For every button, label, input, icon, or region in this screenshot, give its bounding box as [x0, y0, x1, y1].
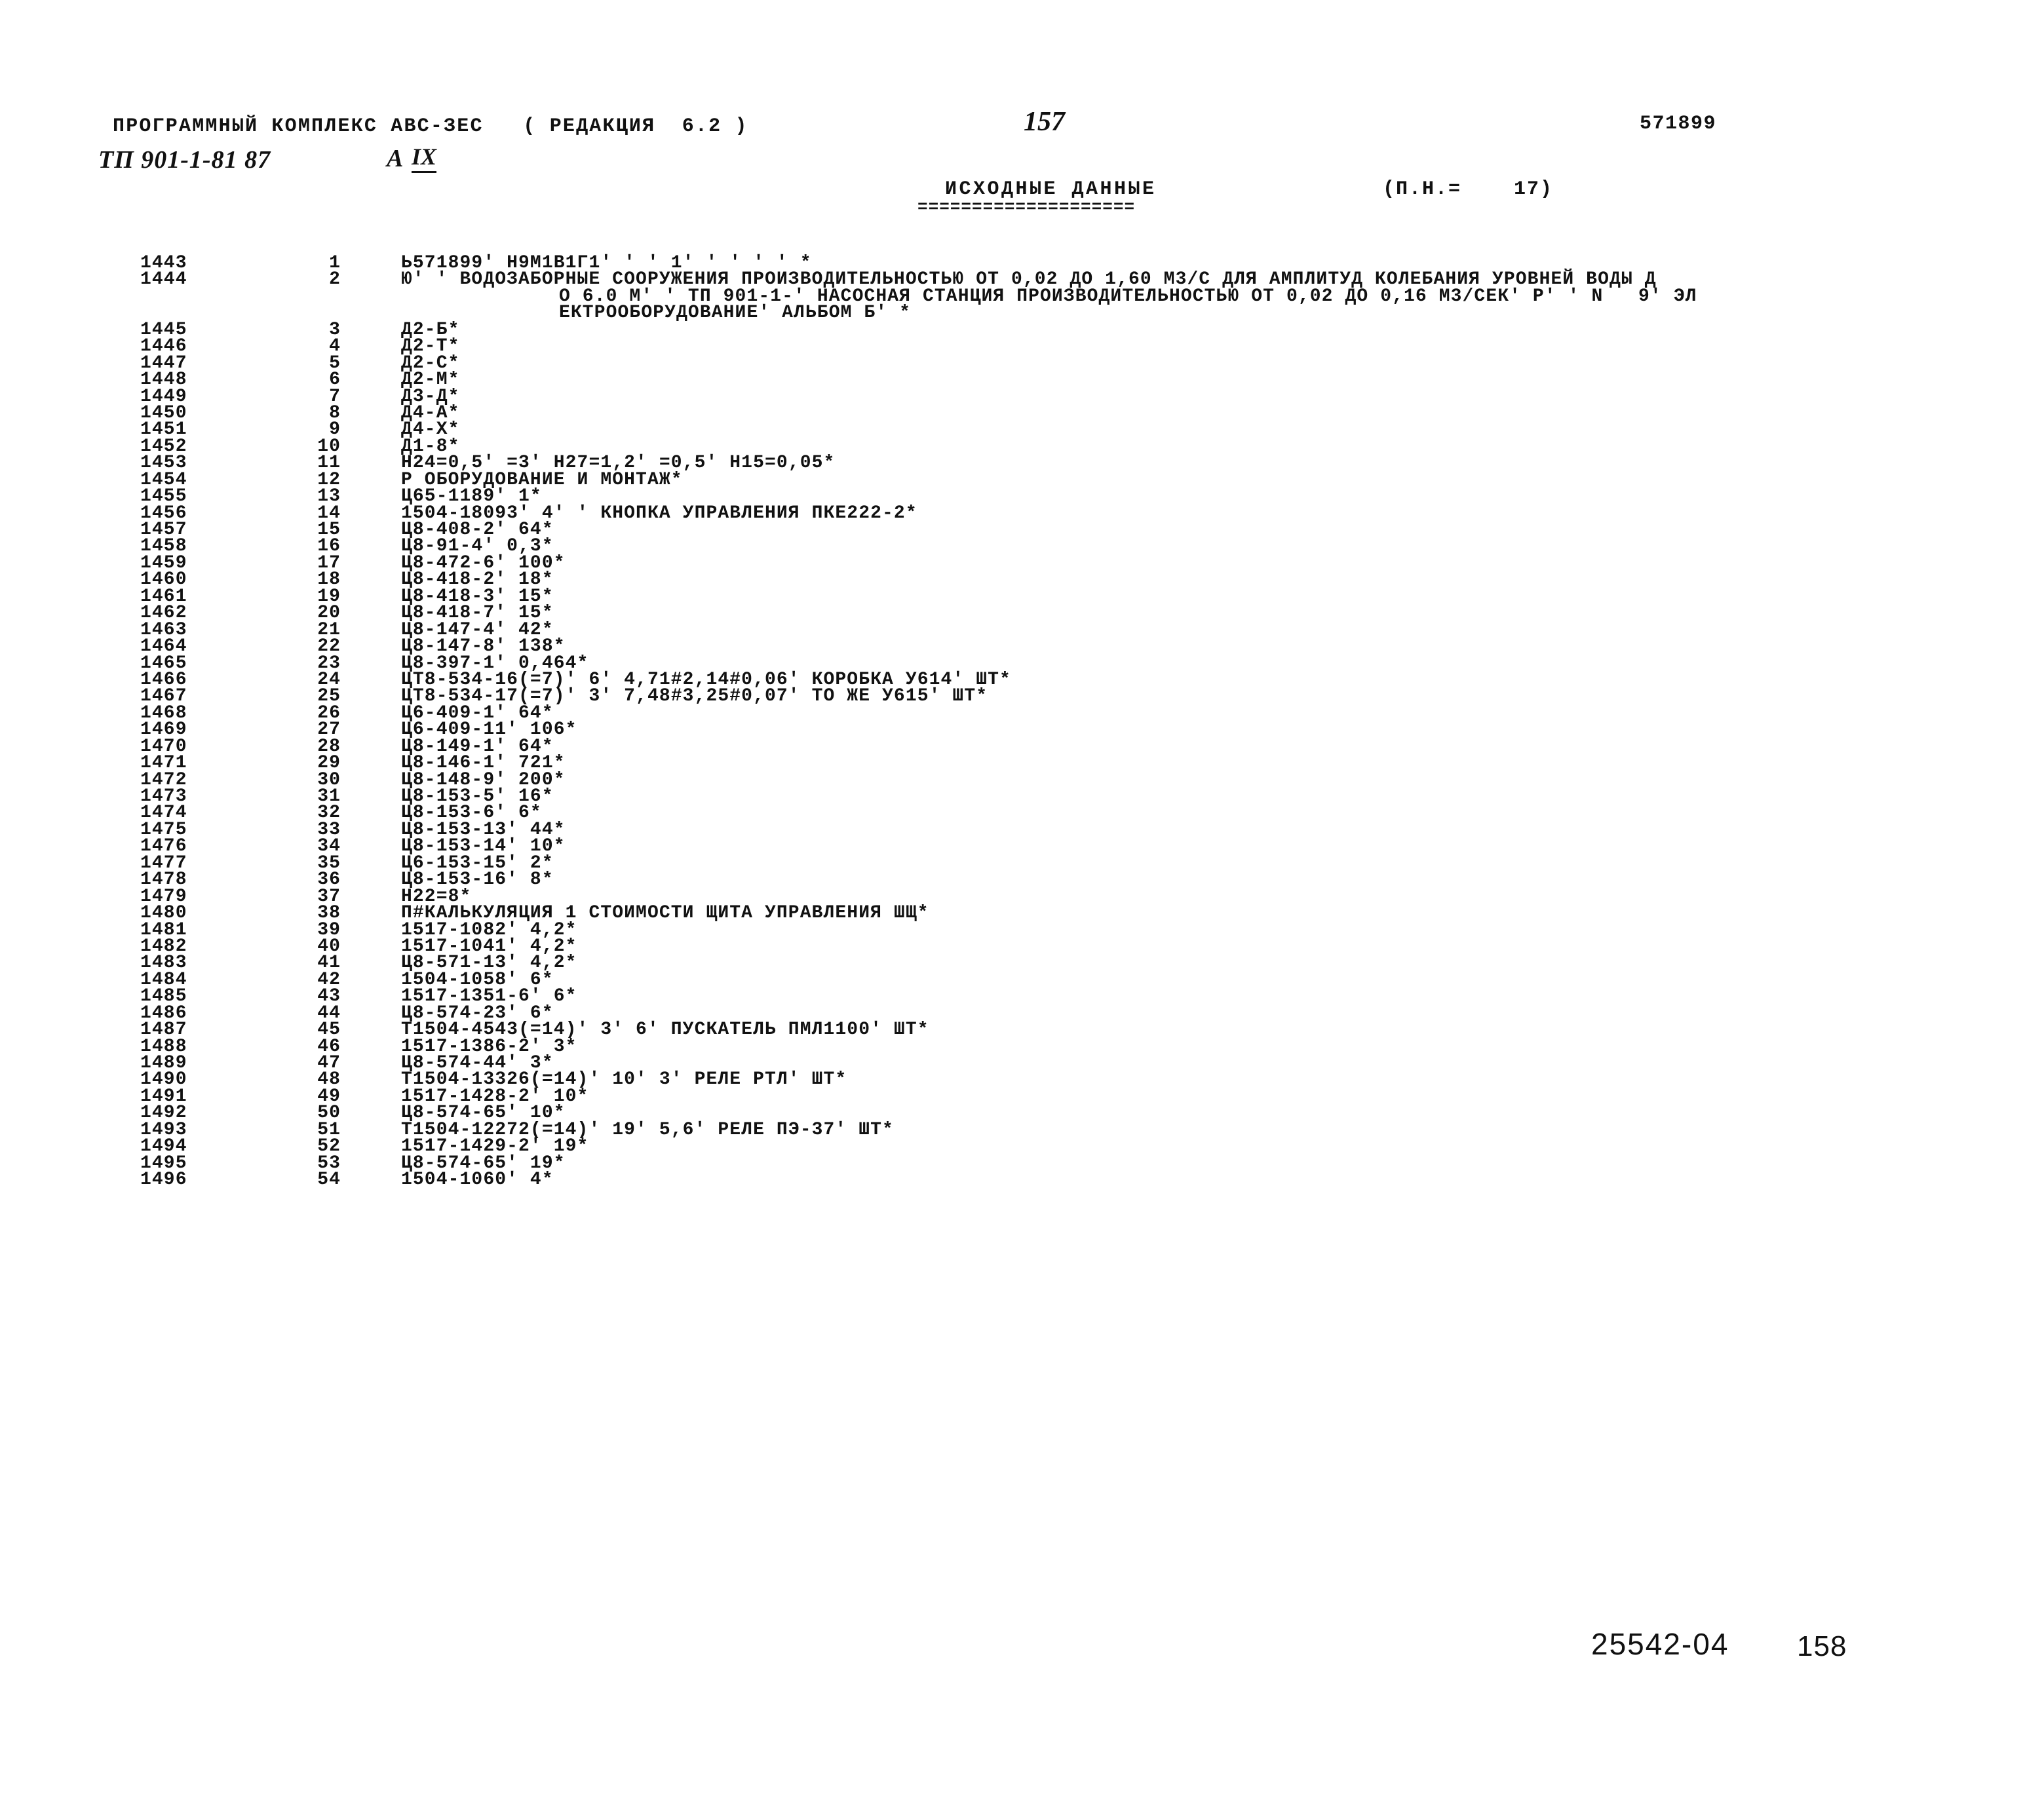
- table-row: 1469 27 Ц6-409-11' 106*: [0, 719, 2044, 740]
- table-row: 1486 44 Ц8-574-23' 6*: [0, 1003, 2044, 1023]
- table-row: 1483 41 Ц8-571-13' 4,2*: [0, 953, 2044, 973]
- row-line-number: 1496: [140, 1170, 187, 1191]
- table-row: 1464 22 Ц8-147-8' 138*: [0, 636, 2044, 657]
- table-row: 1458 16 Ц8-91-4' 0,3*: [0, 536, 2044, 556]
- data-listing: 1443 1 Ь571899' Н9М1В1Г1' ' ' 1' ' ' ' ' *…: [0, 253, 2044, 1190]
- table-row: 1494 52 1517-1429-2' 19*: [0, 1136, 2044, 1156]
- table-row: 1450 8 Д4-А*: [0, 403, 2044, 423]
- table-row: 1454 12 Р ОБОРУДОВАНИЕ И МОНТАЖ*: [0, 470, 2044, 490]
- table-row: 1484 42 1504-1058' 6*: [0, 970, 2044, 990]
- sheet-letter-annotation: А: [387, 145, 404, 172]
- section-counter: (П.Н.= 17): [1383, 178, 1554, 201]
- section-title-underline: ====================: [917, 197, 1136, 217]
- table-row: 1475 33 Ц8-153-13' 44*: [0, 820, 2044, 840]
- table-row: 1477 35 Ц6-153-15' 2*: [0, 853, 2044, 873]
- table-row: 1444 2 Ю' ' ВОДОЗАБОРНЫЕ СООРУЖЕНИЯ ПРОИЗВ…: [0, 269, 2044, 290]
- table-row: 1488 46 1517-1386-2' 3*: [0, 1037, 2044, 1057]
- table-row: 1493 51 Т1504-12272(=14)' 19' 5,6' РЕЛЕ ПЭ…: [0, 1120, 2044, 1140]
- footer-sheet-number-annotation: 158: [1797, 1630, 1847, 1662]
- table-row: 1449 7 Д3-Д*: [0, 387, 2044, 407]
- table-row: 1490 48 Т1504-13326(=14)' 10' 3' РЕЛЕ РТЛ'…: [0, 1069, 2044, 1090]
- table-row: 1462 20 Ц8-418-7' 15*: [0, 603, 2044, 623]
- table-row: 1489 47 Ц8-574-44' 3*: [0, 1053, 2044, 1073]
- table-row: 1445 3 Д2-Б*: [0, 320, 2044, 340]
- table-row: 1481 39 1517-1082' 4,2*: [0, 920, 2044, 940]
- document-code: 571899: [1640, 113, 1717, 135]
- project-code-annotation: ТП 901-1-81 87: [98, 146, 271, 174]
- table-row: 1470 28 Ц8-149-1' 64*: [0, 736, 2044, 757]
- table-row: 1457 15 Ц8-408-2' 64*: [0, 520, 2044, 540]
- table-row: ЕКТРООБОРУДОВАНИЕ' АЛЬБОМ Б' *: [0, 303, 2044, 323]
- table-row: 1465 23 Ц8-397-1' 0,464*: [0, 653, 2044, 674]
- row-record-text: 1504-1060' 4*: [401, 1170, 554, 1191]
- table-row: 1452 10 Д1-8*: [0, 436, 2044, 457]
- table-row: 1463 21 Ц8-147-4' 42*: [0, 620, 2044, 640]
- page-header: ПРОГРАММНЫЙ КОМПЛЕКС АВС-ЗЕС ( РЕДАКЦИЯ …: [0, 0, 2044, 197]
- table-row: 1495 53 Ц8-574-65' 19*: [0, 1153, 2044, 1174]
- table-row: 1466 24 ЦТ8-534-16(=7)' 6' 4,71#2,14#0,06'…: [0, 670, 2044, 690]
- table-row: 1479 37 Н22=8*: [0, 887, 2044, 907]
- table-row: 1473 31 Ц8-153-5' 16*: [0, 786, 2044, 807]
- table-row: 1451 9 Д4-Х*: [0, 419, 2044, 440]
- table-row: 1487 45 Т1504-4543(=14)' 3' 6' ПУСКАТЕЛЬ П…: [0, 1020, 2044, 1040]
- table-row: 1482 40 1517-1041' 4,2*: [0, 936, 2044, 957]
- table-row: 1446 4 Д2-Т*: [0, 336, 2044, 356]
- table-row: 1456 14 1504-18093' 4' ' КНОПКА УПРАВЛЕНИЯ…: [0, 503, 2044, 524]
- row-sequence-number: 54: [317, 1170, 341, 1191]
- table-row: 1460 18 Ц8-418-2' 18*: [0, 569, 2044, 590]
- table-row: 1468 26 Ц6-409-1' 64*: [0, 703, 2044, 723]
- sheet-roman-annotation: IX: [412, 143, 437, 173]
- table-row: 1467 25 ЦТ8-534-17(=7)' 3' 7,48#3,25#0,07'…: [0, 686, 2044, 706]
- table-row: 1448 6 Д2-М*: [0, 370, 2044, 390]
- table-row: 1491 49 1517-1428-2' 10*: [0, 1086, 2044, 1107]
- software-title: ПРОГРАММНЫЙ КОМПЛЕКС АВС-ЗЕС ( РЕДАКЦИЯ …: [113, 115, 748, 138]
- table-row: 1476 34 Ц8-153-14' 10*: [0, 836, 2044, 856]
- table-row: 1492 50 Ц8-574-65' 10*: [0, 1103, 2044, 1123]
- table-row: 1480 38 П#КАЛЬКУЛЯЦИЯ 1 СТОИМОСТИ ЩИТА УПР…: [0, 903, 2044, 923]
- table-row: 1485 43 1517-1351-6' 6*: [0, 986, 2044, 1006]
- table-row: 1471 29 Ц8-146-1' 721*: [0, 753, 2044, 773]
- table-row: 1496 54 1504-1060' 4*: [0, 1170, 2044, 1190]
- table-row: 1459 17 Ц8-472-6' 100*: [0, 553, 2044, 573]
- archive-code-annotation: 25542-04: [1591, 1627, 1729, 1661]
- table-row: 1453 11 Н24=0,5' =3' Н27=1,2' =0,5' Н15=0,…: [0, 453, 2044, 473]
- table-row: 1447 5 Д2-С*: [0, 353, 2044, 373]
- table-row: 1461 19 Ц8-418-3' 15*: [0, 586, 2044, 607]
- table-row: 1472 30 Ц8-148-9' 200*: [0, 770, 2044, 790]
- table-row: 1443 1 Ь571899' Н9М1В1Г1' ' ' 1' ' ' ' ' *: [0, 253, 2044, 273]
- table-row: О 6.0 М' ' ТП 901-1-' НАСОСНАЯ СТАНЦИЯ П…: [0, 286, 2044, 307]
- page-number-annotation: 157: [1024, 107, 1065, 137]
- table-row: 1455 13 Ц65-1189' 1*: [0, 486, 2044, 506]
- table-row: 1478 36 Ц8-153-16' 8*: [0, 869, 2044, 890]
- table-row: 1474 32 Ц8-153-6' 6*: [0, 803, 2044, 823]
